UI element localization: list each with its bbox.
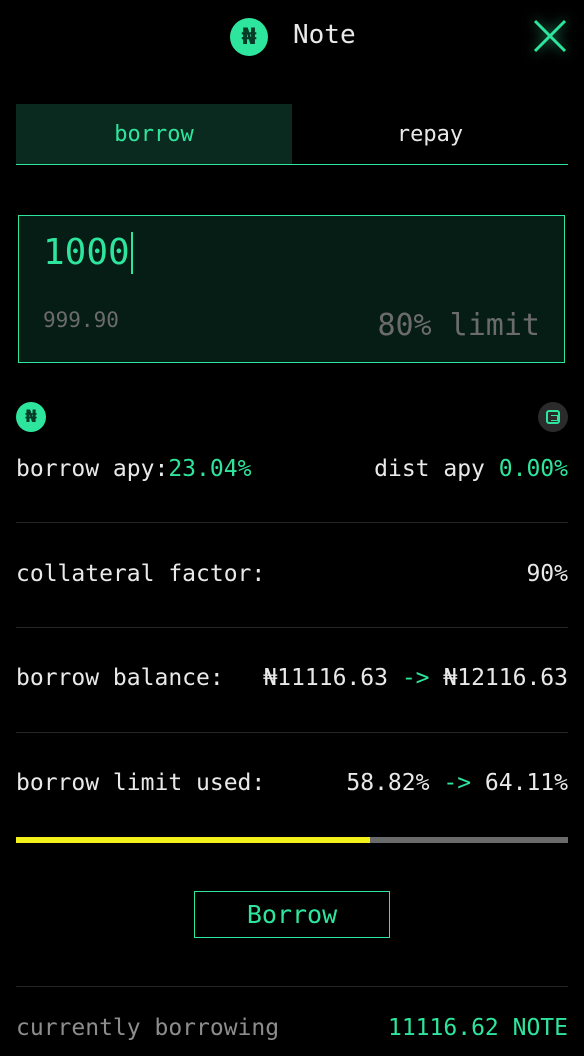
note-token-icon: ₦ (16, 402, 46, 432)
tab-borrow[interactable]: borrow (16, 104, 292, 164)
progress-fill (16, 837, 370, 843)
limit-used-to: 64.11% (484, 770, 568, 796)
borrow-limit-progress-bar (16, 837, 568, 843)
close-icon (533, 19, 567, 53)
collateral-label: collateral factor: (16, 561, 266, 587)
borrow-balance-row: borrow balance: ₦11116.63 -> ₦12116.63 (16, 665, 568, 691)
limit-used-row: borrow limit used: 58.82% -> 64.11% (16, 770, 568, 796)
limit-used-values: 58.82% -> 64.11% (346, 770, 568, 796)
limit-80-button[interactable]: 80% limit (377, 308, 540, 343)
borrow-apy-value: 23.04% (168, 456, 252, 482)
collateral-value: 90% (526, 561, 568, 587)
dist-apy-value: 0.00% (498, 456, 568, 482)
borrow-balance-to: ₦12116.63 (443, 665, 568, 691)
currently-borrowing-label: currently borrowing (16, 1015, 280, 1041)
dist-apy: dist apy 0.00% (374, 456, 568, 482)
divider (16, 522, 568, 523)
borrow-balance-from: ₦11116.63 (263, 665, 388, 691)
arrow: -> (443, 770, 472, 796)
borrow-button[interactable]: Borrow (194, 891, 390, 938)
arrow: -> (401, 665, 430, 691)
divider (16, 627, 568, 628)
currently-borrowing-value: 11116.62 NOTE (387, 1015, 568, 1041)
tab-bar: borrow repay (16, 104, 568, 165)
borrow-balance-label: borrow balance: (16, 665, 224, 691)
dist-apy-label: dist apy (374, 456, 499, 482)
amount-input-box[interactable]: 1000 999.90 80% limit (18, 215, 565, 363)
amount-usd-value: 999.90 (43, 308, 119, 332)
note-logo-icon: ₦ (230, 18, 268, 56)
canto-token-icon (538, 402, 568, 432)
divider (16, 986, 568, 987)
collateral-row: collateral factor: 90% (16, 561, 568, 587)
apy-row: borrow apy:23.04% dist apy 0.00% (16, 456, 568, 482)
amount-input[interactable]: 1000 (43, 232, 133, 274)
divider (16, 732, 568, 733)
token-icons-row: ₦ (16, 402, 568, 432)
borrow-apy: borrow apy:23.04% (16, 456, 251, 482)
borrow-balance-values: ₦11116.63 -> ₦12116.63 (263, 665, 568, 691)
header: ₦ Note (0, 0, 584, 74)
borrow-apy-label: borrow apy: (16, 456, 169, 482)
limit-used-from: 58.82% (346, 770, 430, 796)
currently-borrowing-row: currently borrowing 11116.62 NOTE (16, 1015, 568, 1041)
close-button[interactable] (530, 16, 570, 56)
limit-used-label: borrow limit used: (16, 770, 266, 796)
tab-repay[interactable]: repay (292, 104, 568, 164)
page-title: Note (293, 20, 356, 50)
